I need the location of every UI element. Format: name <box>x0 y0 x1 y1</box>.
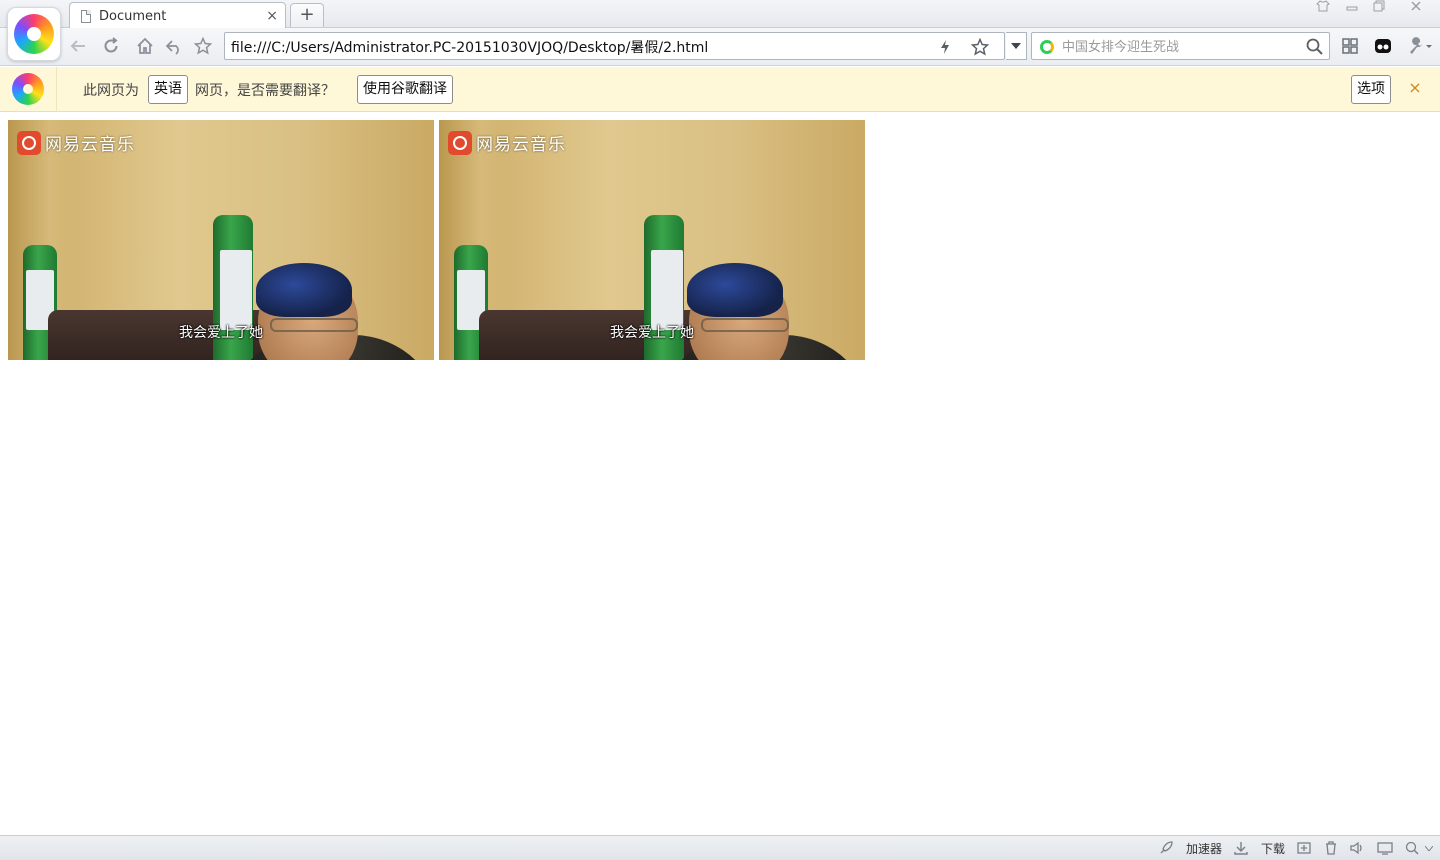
lightning-icon[interactable] <box>935 37 955 57</box>
zoom-button[interactable] <box>1404 839 1434 857</box>
restore-icon[interactable] <box>1367 0 1391 16</box>
address-input[interactable] <box>231 37 931 56</box>
video-subtitle: 我会爱上了她 <box>610 325 694 341</box>
title-bar: Document × + <box>0 0 1440 29</box>
volume-button[interactable] <box>1349 839 1365 857</box>
accelerator-button[interactable]: 加速器 <box>1158 839 1222 857</box>
bookmark-star-icon[interactable] <box>970 37 990 57</box>
page-icon <box>81 10 91 23</box>
browser-logo[interactable] <box>7 7 61 61</box>
zoom-icon <box>1404 840 1420 856</box>
close-window-icon[interactable] <box>1404 0 1428 16</box>
tools-wrench-icon[interactable] <box>1404 34 1436 58</box>
netease-music-icon <box>448 130 472 155</box>
address-dropdown-button[interactable] <box>1006 32 1027 60</box>
apps-icon[interactable] <box>1337 34 1363 58</box>
chevron-down-icon <box>1424 840 1434 856</box>
watermark-text: 网易云音乐 <box>45 135 135 155</box>
rocket-icon <box>1158 840 1174 856</box>
monitor-icon <box>1377 840 1393 856</box>
undo-close-icon[interactable] <box>161 34 187 58</box>
tab-document[interactable]: Document × <box>69 2 286 29</box>
video-frame-1: 网易云音乐 我会爱上了她 <box>8 120 434 360</box>
language-select-button[interactable]: 英语 <box>148 75 188 104</box>
speaker-icon <box>1349 840 1365 856</box>
video-frame-2: 网易云音乐 我会爱上了她 <box>439 120 865 360</box>
screenshot-button[interactable] <box>1296 839 1312 857</box>
accelerator-label: 加速器 <box>1186 841 1223 856</box>
clear-cache-button[interactable] <box>1323 839 1339 857</box>
netease-music-watermark: 网易云音乐 <box>448 130 566 155</box>
home-icon[interactable] <box>132 34 158 58</box>
google-translate-button[interactable]: 使用谷歌翻译 <box>357 75 453 104</box>
display-button[interactable] <box>1377 839 1393 857</box>
divider <box>56 67 57 111</box>
translate-prefix-text: 此网页为 <box>83 83 139 99</box>
translate-question-text: 网页，是否需要翻译？ <box>195 83 335 99</box>
favorites-icon[interactable] <box>190 34 216 58</box>
chevron-down-icon <box>1011 43 1021 49</box>
options-button[interactable]: 选项 <box>1351 75 1391 104</box>
address-bar[interactable] <box>224 32 1005 60</box>
browser-logo-small-icon <box>12 73 44 105</box>
search-input[interactable] <box>1062 38 1302 56</box>
search-engine-icon <box>1040 40 1054 54</box>
minimize-icon[interactable] <box>1340 0 1364 16</box>
new-tab-button[interactable]: + <box>290 3 324 27</box>
search-box[interactable] <box>1031 32 1330 60</box>
netease-music-watermark: 网易云音乐 <box>17 130 135 155</box>
toolbar <box>0 28 1440 66</box>
watermark-text: 网易云音乐 <box>476 135 566 155</box>
download-label: 下载 <box>1261 841 1286 856</box>
browser-logo-icon <box>14 14 54 54</box>
download-button[interactable]: 下载 <box>1233 839 1285 857</box>
translate-close-icon[interactable]: × <box>1406 79 1424 97</box>
skin-icon[interactable] <box>1311 0 1335 16</box>
tab-title: Document <box>99 9 167 24</box>
netease-music-icon <box>17 130 41 155</box>
search-icon[interactable] <box>1305 37 1325 57</box>
extension-icon[interactable] <box>1370 34 1396 58</box>
video-subtitle: 我会爱上了她 <box>179 325 263 341</box>
translate-bar: 此网页为 英语 网页，是否需要翻译？ 使用谷歌翻译 选项 × <box>0 67 1440 112</box>
crop-icon <box>1296 840 1312 856</box>
download-icon <box>1233 840 1249 856</box>
back-icon[interactable] <box>65 34 91 58</box>
trash-icon <box>1323 840 1339 856</box>
tab-close-icon[interactable]: × <box>266 8 278 24</box>
status-bar: 加速器 下载 <box>0 835 1440 860</box>
refresh-icon[interactable] <box>98 34 124 58</box>
